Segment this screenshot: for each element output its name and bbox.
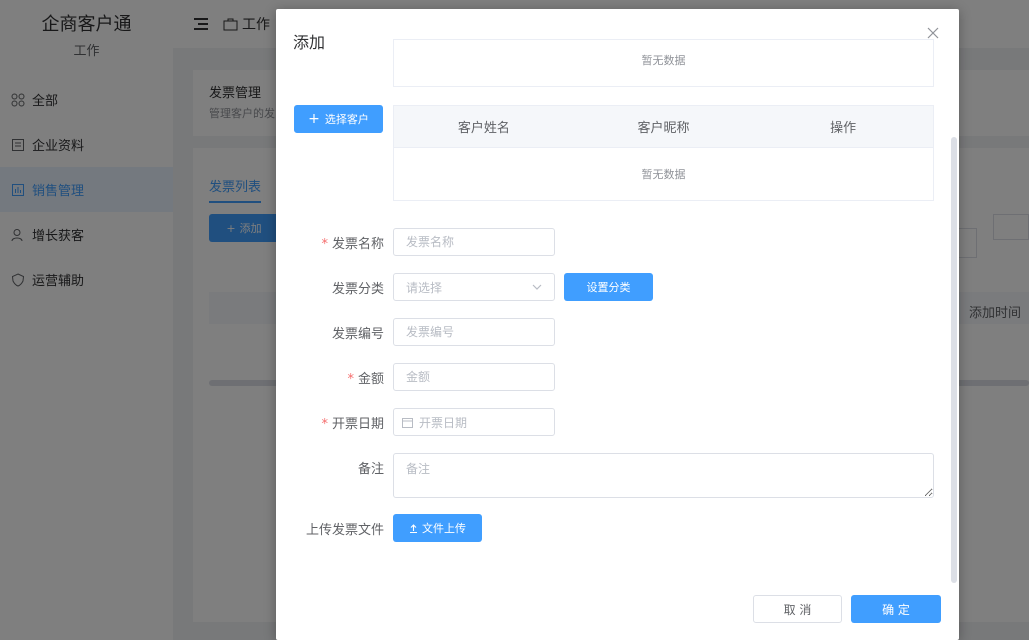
add-invoice-dialog: 添加 暂无数据 + 选择客户 客户姓名 客户昵称 操作 暂无数据 * 发票名称 发… — [276, 9, 959, 640]
column-customer-name: 客户姓名 — [457, 121, 510, 136]
plus-icon: + — [308, 111, 320, 127]
column-actions: 操作 — [830, 121, 857, 136]
invoice-category-placeholder: 请选择 — [406, 280, 443, 295]
set-category-button[interactable]: 设置分类 — [564, 273, 653, 301]
customer-table-empty: 暂无数据 — [641, 168, 686, 181]
dialog-title: 添加 — [293, 33, 326, 52]
customer-table-header: 客户姓名 客户昵称 操作 — [394, 106, 933, 148]
invoice-number-input[interactable] — [393, 318, 555, 346]
calendar-icon — [402, 417, 413, 428]
upload-label: 上传发票文件 — [305, 523, 384, 538]
chevron-down-icon — [532, 284, 542, 290]
invoice-category-select[interactable]: 请选择 — [393, 273, 555, 301]
remark-label: 备注 — [357, 462, 384, 477]
remark-textarea[interactable] — [393, 453, 934, 498]
upload-file-label: 文件上传 — [422, 522, 466, 535]
invoice-name-input[interactable] — [393, 228, 555, 256]
upload-icon — [409, 523, 418, 533]
dialog-footer: 取 消 确 定 — [276, 580, 959, 640]
invoice-date-picker[interactable]: 开票日期 — [393, 408, 555, 436]
dialog-body: 暂无数据 + 选择客户 客户姓名 客户昵称 操作 暂无数据 *发票名称 发票分类… — [276, 39, 959, 587]
invoice-number-label: 发票编号 — [331, 327, 384, 342]
confirm-button[interactable]: 确 定 — [851, 595, 941, 623]
invoice-date-placeholder: 开票日期 — [419, 415, 468, 430]
amount-label: * 金额 — [347, 372, 384, 387]
invoice-date-label: * 开票日期 — [321, 417, 384, 432]
invoice-name-label: * 发票名称 — [321, 237, 384, 252]
invoice-category-label: 发票分类 — [331, 282, 384, 297]
cancel-button[interactable]: 取 消 — [753, 595, 842, 623]
customer-table: 客户姓名 客户昵称 操作 暂无数据 — [393, 105, 934, 201]
select-customer-label: 选择客户 — [324, 113, 369, 126]
select-customer-button[interactable]: + 选择客户 — [294, 105, 383, 133]
top-table-empty: 暂无数据 — [641, 54, 686, 67]
amount-input[interactable] — [393, 363, 555, 391]
top-table: 暂无数据 — [393, 39, 934, 87]
upload-file-button[interactable]: 文件上传 — [393, 514, 482, 542]
column-customer-nickname: 客户昵称 — [637, 121, 690, 136]
